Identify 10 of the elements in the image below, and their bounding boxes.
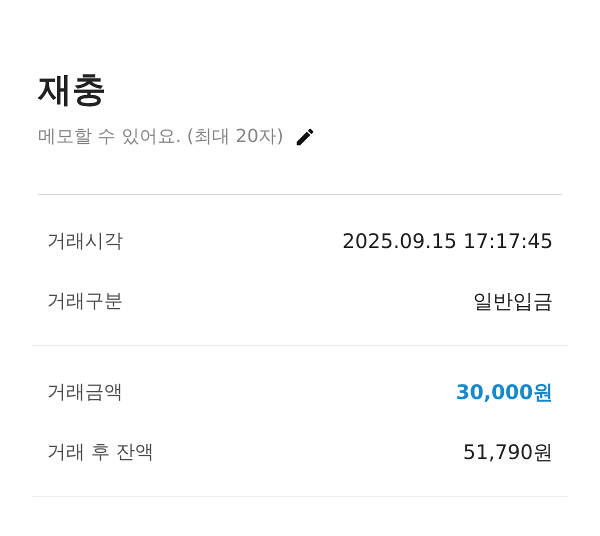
row-value: 2025.09.15 17:17:45 xyxy=(342,228,553,255)
memo-placeholder[interactable]: 메모할 수 있어요. (최대 20자) xyxy=(38,124,284,150)
row-label: 거래시각 xyxy=(47,228,123,254)
row-label: 거래금액 xyxy=(47,380,123,405)
row-label: 거래 후 잔액 xyxy=(47,440,154,465)
row-value: 일반입금 xyxy=(473,288,553,315)
row-value: 30,000원 xyxy=(456,379,553,406)
row-label: 거래구분 xyxy=(47,288,123,314)
row-value: 51,790원 xyxy=(463,439,553,466)
page-title: 재충 xyxy=(38,69,107,112)
